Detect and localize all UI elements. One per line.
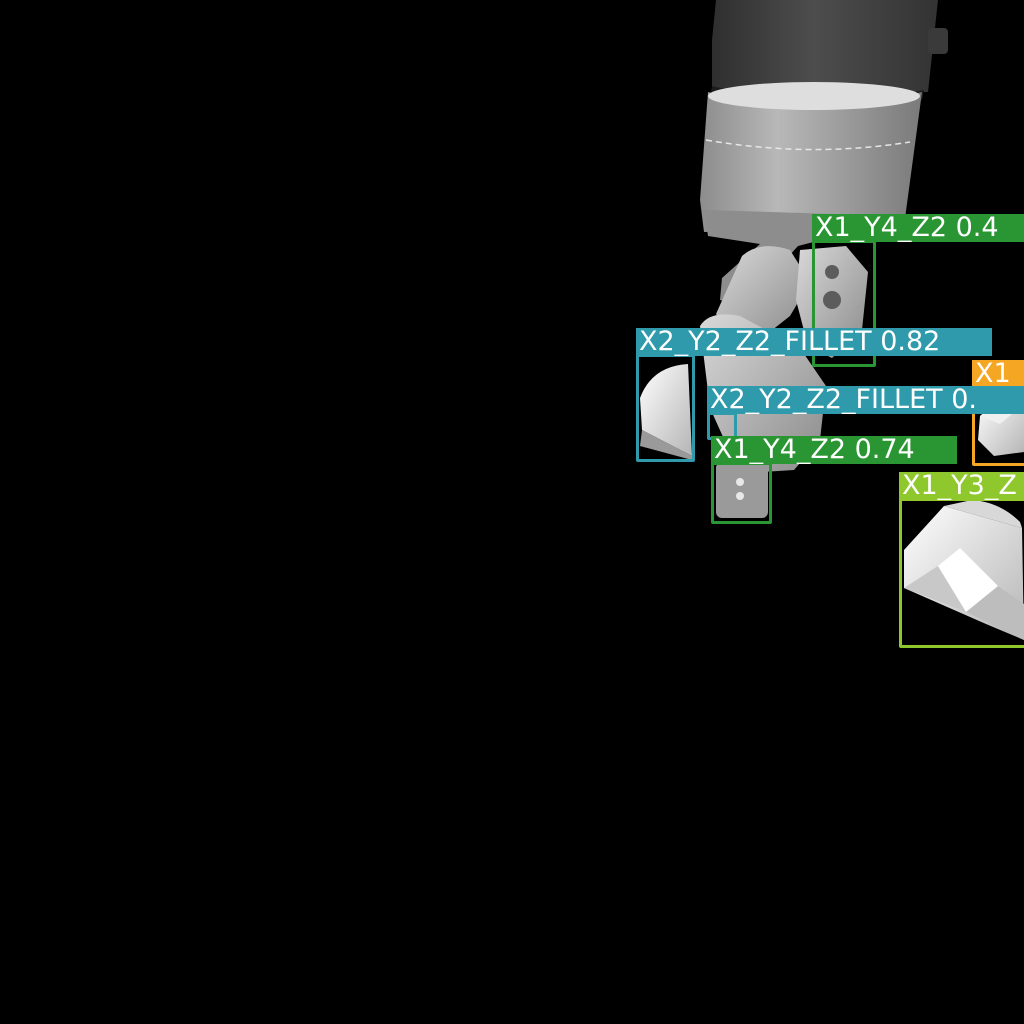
- detection-label: X2_Y2_Z2_FILLET 0.82: [636, 328, 992, 356]
- detection-label: X1_Y3_Z: [899, 472, 1024, 500]
- render-canvas: X1_Y4_Z2 0.4 X2_Y2_Z2_FILLET 0.82 X1_ X2…: [0, 0, 1024, 1024]
- bounding-box: [899, 498, 1024, 648]
- detection-label: X2_Y2_Z2_FILLET 0.: [707, 386, 1024, 414]
- bounding-box: [636, 354, 695, 462]
- detection-label: X1_Y4_Z2 0.74: [711, 436, 957, 464]
- detection-label: X1_: [972, 360, 1024, 388]
- bounding-box: [711, 462, 772, 524]
- robot-arm-render: [640, 0, 1024, 640]
- detection-label: X1_Y4_Z2 0.4: [812, 214, 1024, 242]
